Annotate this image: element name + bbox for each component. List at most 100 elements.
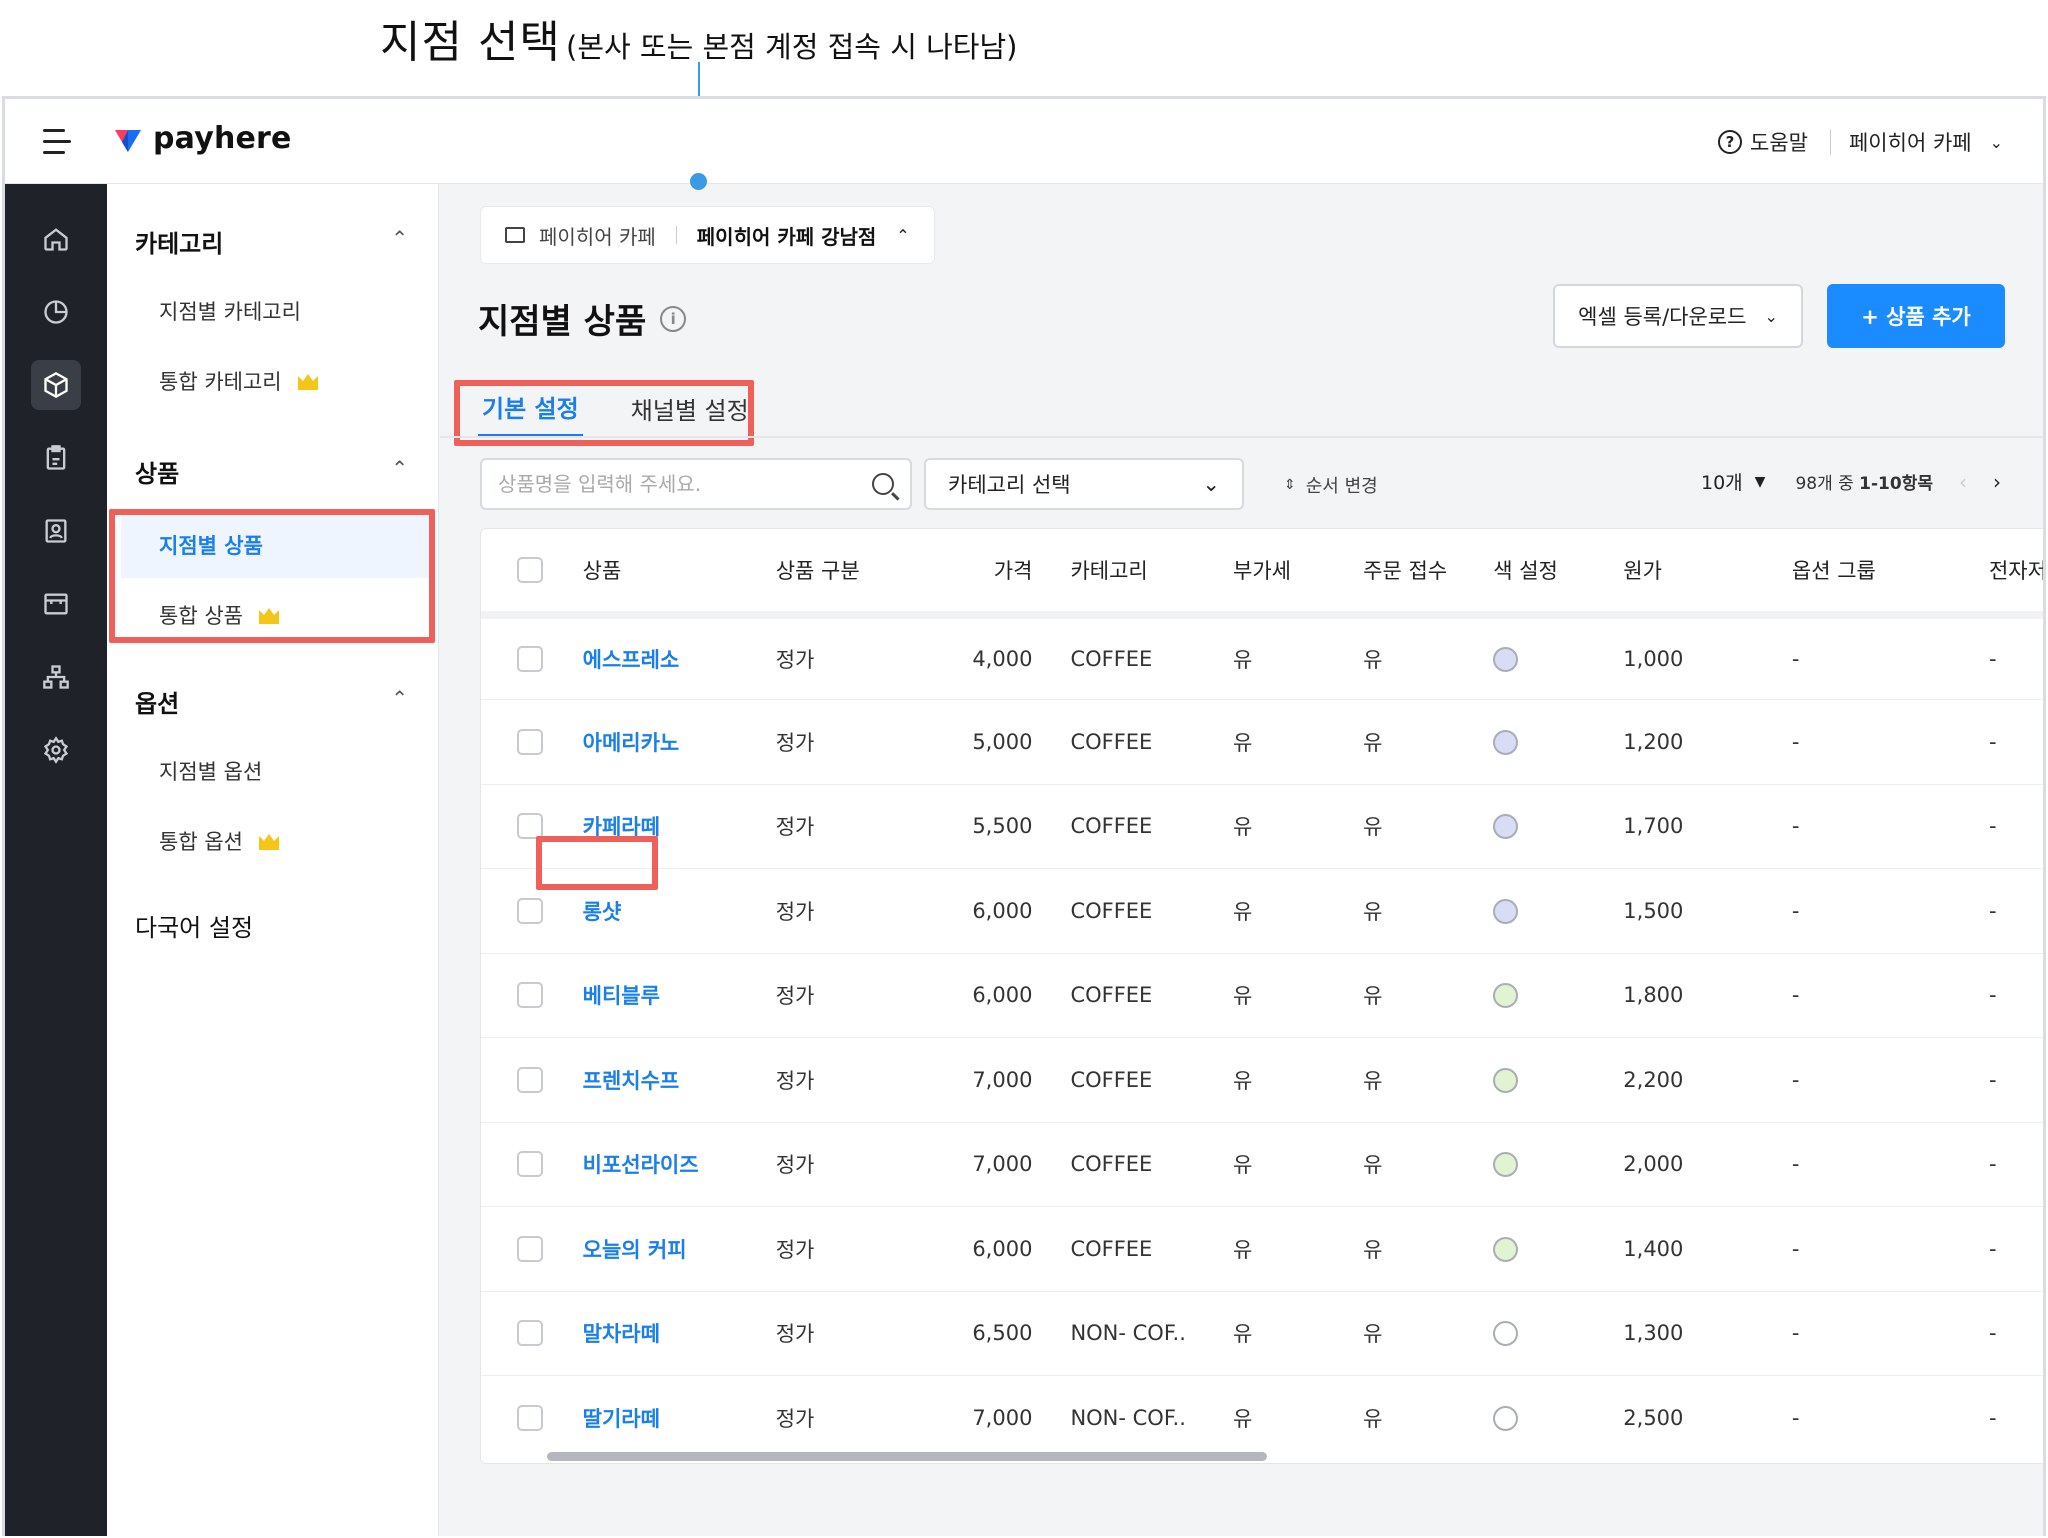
product-name-link[interactable]: 아메리카노 (583, 731, 680, 755)
category-select[interactable]: 카테고리 선택 ⌄ (924, 458, 1244, 510)
table-row[interactable]: 롱샷 정가 6,000 COFFEE 유 유 1,500 - - (481, 869, 2043, 953)
chevron-left-icon[interactable]: ‹ (1959, 470, 1967, 494)
color-swatch[interactable] (1493, 983, 1519, 1008)
product-name-link[interactable]: 딸기라떼 (583, 1407, 660, 1431)
nav-item-integrated-option[interactable]: 통합 옵션 (159, 826, 281, 856)
branch-selector[interactable]: 페이히어 카페 페이히어 카페 강남점 ⌃ (480, 206, 935, 264)
sort-order-button[interactable]: ⇕ 순서 변경 (1284, 472, 1378, 498)
product-name-link[interactable]: 말차라떼 (583, 1322, 660, 1346)
nav-group-language[interactable]: 다국어 설정 (135, 908, 253, 943)
info-icon[interactable]: i (660, 305, 687, 332)
crown-icon (258, 834, 279, 850)
nav-item-branch-category[interactable]: 지점별 카테고리 (159, 296, 301, 326)
color-swatch[interactable] (1493, 729, 1519, 755)
org-chart-icon[interactable] (31, 652, 81, 702)
product-name-link[interactable]: 에스프레소 (583, 648, 680, 672)
color-cell (1493, 615, 1623, 700)
color-swatch[interactable] (1493, 1405, 1519, 1431)
scrollbar-thumb[interactable] (547, 1452, 1267, 1461)
color-swatch[interactable] (1493, 898, 1519, 924)
product-name-link[interactable]: 프렌치수프 (583, 1069, 680, 1093)
excel-upload-download-button[interactable]: 엑셀 등록/다운로드 ⌄ (1553, 284, 1803, 348)
table-row[interactable]: 아메리카노 정가 5,000 COFFEE 유 유 1,200 - - (481, 700, 2043, 784)
vat-cell: 유 (1233, 815, 1253, 840)
product-name-link[interactable]: 오늘의 커피 (583, 1238, 687, 1262)
clipboard-icon[interactable] (31, 433, 81, 483)
product-name-link[interactable]: 롱샷 (583, 900, 622, 924)
chevron-up-icon[interactable]: ⌃ (391, 456, 408, 480)
row-checkbox[interactable] (517, 646, 543, 672)
nav-group-category[interactable]: 카테고리 (135, 224, 223, 259)
table-row[interactable]: 딸기라떼 정가 7,000 NON- COF.. 유 유 2,500 - - (481, 1376, 2043, 1461)
row-checkbox[interactable] (517, 1151, 543, 1178)
store-icon[interactable] (31, 579, 81, 629)
product-name-cell: 비포선라이즈 (583, 1122, 776, 1207)
store-name: 페이히어 카페 (1848, 131, 1972, 155)
product-box-icon[interactable] (31, 360, 81, 410)
menu-toggle-icon[interactable] (43, 129, 75, 155)
scale-cell: - (1988, 1067, 1997, 1092)
row-checkbox[interactable] (517, 1320, 543, 1347)
home-icon[interactable] (31, 214, 81, 264)
option-group-cell: - (1791, 814, 1800, 839)
payhere-logo-icon (115, 129, 141, 152)
table-row[interactable]: 비포선라이즈 정가 7,000 COFFEE 유 유 2,000 - - (481, 1122, 2043, 1207)
color-swatch[interactable] (1493, 1067, 1519, 1093)
horizontal-scrollbar[interactable] (481, 1449, 2043, 1463)
chevron-up-icon[interactable]: ⌃ (391, 226, 408, 250)
color-swatch[interactable] (1493, 1321, 1519, 1346)
order-cell: 유 (1363, 1153, 1383, 1178)
row-checkbox[interactable] (517, 1404, 543, 1431)
help-link[interactable]: ? 도움말 (1718, 127, 1808, 157)
color-swatch[interactable] (1493, 646, 1519, 672)
category-cell: COFFEE (1070, 1152, 1153, 1177)
column-header: 카테고리 (1070, 559, 1148, 583)
nav-item-label: 지점별 옵션 (159, 760, 263, 784)
color-swatch[interactable] (1493, 1236, 1519, 1262)
row-checkbox[interactable] (517, 1235, 543, 1262)
row-checkbox[interactable] (517, 897, 543, 924)
nav-item-branch-option[interactable]: 지점별 옵션 (159, 756, 262, 786)
contact-card-icon[interactable] (31, 506, 81, 556)
chevron-up-icon[interactable]: ⌃ (391, 686, 408, 710)
order-cell: 유 (1363, 730, 1383, 755)
table-row[interactable]: 카페라떼 정가 5,500 COFFEE 유 유 1,700- - (481, 784, 2043, 869)
nav-item-integrated-category[interactable]: 통합 카테고리 (159, 366, 320, 396)
scale-cell: - (1988, 1405, 1997, 1430)
table-row[interactable]: 프렌치수프 정가 7,000 COFFEE 유 유 2,200 - - (481, 1038, 2043, 1123)
product-name-link[interactable]: 베티블루 (583, 984, 660, 1008)
nav-group-product[interactable]: 상품 (135, 454, 179, 489)
option-group-cell: - (1791, 729, 1800, 754)
row-checkbox-cell (481, 1038, 583, 1123)
page-size-select[interactable]: 10개 ▼ (1701, 468, 1765, 495)
nav-group-option[interactable]: 옵션 (135, 684, 179, 719)
color-swatch[interactable] (1493, 1152, 1519, 1177)
row-checkbox[interactable] (517, 728, 543, 755)
row-checkbox[interactable] (517, 982, 543, 1009)
table-row[interactable]: 에스프레소 정가 4,000 COFFEE 유 유 1,000 - - (481, 615, 2043, 700)
select-all-checkbox[interactable] (517, 557, 543, 583)
color-cell (1493, 1376, 1623, 1461)
search-icon[interactable] (872, 473, 894, 495)
price-cell: 7,000 (972, 1405, 1033, 1430)
chevron-right-icon[interactable]: › (1993, 470, 2001, 494)
add-product-button[interactable]: + 상품 추가 (1827, 284, 2005, 348)
page-summary: 98개 중 1-10항목 (1795, 469, 1933, 494)
settings-icon[interactable] (31, 725, 81, 775)
vat-cell: 유 (1233, 1068, 1253, 1093)
color-cell (1493, 1122, 1623, 1207)
table-row[interactable]: 오늘의 커피 정가 6,000 COFFEE 유 유 1,400 - - (481, 1207, 2043, 1291)
caret-down-icon: ▼ (1754, 473, 1766, 490)
color-swatch[interactable] (1493, 814, 1519, 839)
product-name-link[interactable]: 비포선라이즈 (583, 1153, 699, 1177)
chart-icon[interactable] (31, 287, 81, 337)
table-row[interactable]: 말차라떼 정가 6,500 NON- COF.. 유 유 1,300 - - (481, 1291, 2043, 1376)
table-row[interactable]: 베티블루 정가 6,000 COFFEE 유 유 1,800 - - (481, 953, 2043, 1038)
logo[interactable]: payhere (113, 121, 292, 156)
store-account-dropdown[interactable]: 페이히어 카페 ⌄ (1849, 127, 2003, 157)
search-input[interactable] (498, 472, 872, 496)
column-header: 색 설정 (1493, 559, 1558, 583)
scale-cell: - (1988, 1236, 1997, 1261)
excel-button-label: 엑셀 등록/다운로드 (1578, 305, 1747, 329)
row-checkbox[interactable] (517, 1066, 543, 1093)
